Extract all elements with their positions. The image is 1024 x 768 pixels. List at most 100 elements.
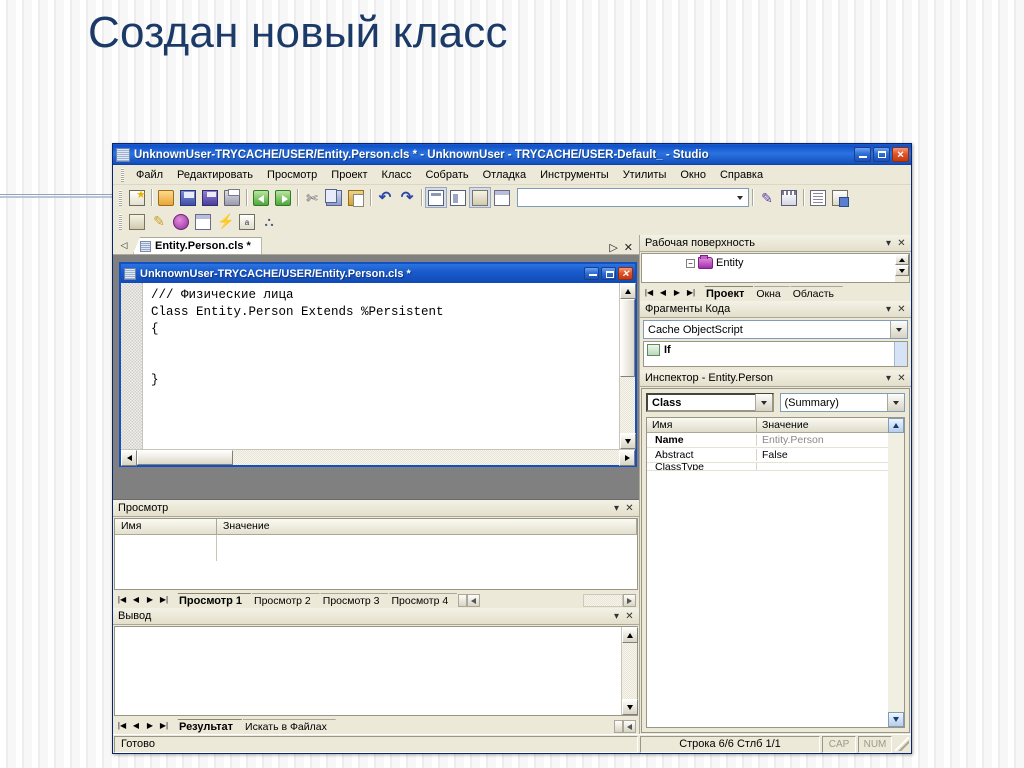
menu-item-window[interactable]: Окно: [673, 167, 713, 183]
inspector-vertical-scrollbar[interactable]: [888, 418, 904, 727]
editor-titlebar[interactable]: UnknownUser-TRYCACHE/USER/Entity.Person.…: [121, 264, 635, 283]
new-window-icon[interactable]: [192, 212, 214, 233]
menu-item-project[interactable]: Проект: [324, 167, 374, 183]
chevron-down-icon[interactable]: [890, 321, 907, 338]
nav-next-icon[interactable]: ▶: [670, 285, 684, 299]
editor-horizontal-scrollbar[interactable]: [121, 449, 635, 466]
vertical-scroll-track[interactable]: [622, 643, 637, 699]
table-row[interactable]: [115, 535, 637, 561]
back-icon[interactable]: [250, 187, 272, 208]
tab-watch-2[interactable]: Просмотр 2: [246, 593, 320, 608]
tab-scroll-right-icon[interactable]: ▷: [609, 241, 617, 254]
open-folder-icon[interactable]: [155, 187, 177, 208]
chevron-down-icon[interactable]: ▾: [882, 372, 895, 385]
scroll-up-icon[interactable]: [895, 254, 909, 265]
scroll-left-icon[interactable]: [121, 450, 137, 466]
tab-watch-3[interactable]: Просмотр 3: [315, 593, 389, 608]
scroll-right-icon[interactable]: [619, 450, 635, 466]
vertical-scroll-track[interactable]: [888, 433, 904, 712]
resize-grip[interactable]: [895, 737, 909, 751]
view-output-icon[interactable]: [491, 187, 513, 208]
chevron-down-icon[interactable]: [754, 394, 772, 411]
chevron-down-icon[interactable]: ▾: [882, 237, 895, 250]
close-icon[interactable]: ✕: [895, 237, 908, 250]
editor-maximize-button[interactable]: [601, 267, 616, 280]
editor-minimize-button[interactable]: [584, 267, 599, 280]
save-all-icon[interactable]: [199, 187, 221, 208]
document-tab-entity-person[interactable]: Entity.Person.cls *: [133, 237, 262, 254]
class-hierarchy-icon[interactable]: ⛬: [258, 212, 280, 233]
toolbar-grip[interactable]: [119, 214, 122, 230]
nav-next-icon[interactable]: ▶: [143, 592, 157, 606]
chevron-down-icon[interactable]: ▾: [882, 303, 895, 316]
debug-icon[interactable]: ✎: [756, 187, 778, 208]
vertical-scroll-thumb[interactable]: [620, 299, 635, 377]
print-icon[interactable]: [221, 187, 243, 208]
menu-grip[interactable]: [121, 167, 124, 182]
horizontal-scroll-track[interactable]: [233, 450, 619, 465]
snippets-list[interactable]: If: [643, 341, 908, 367]
vertical-scroll-track[interactable]: [620, 377, 635, 433]
inspector-column-name[interactable]: Имя: [647, 418, 757, 432]
chevron-down-icon[interactable]: ▾: [610, 502, 623, 515]
new-parameter-icon[interactable]: a: [236, 212, 258, 233]
watch-column-name[interactable]: Имя: [115, 519, 217, 534]
calendar-icon[interactable]: [778, 187, 800, 208]
tab-find-in-files[interactable]: Искать в Файлах: [237, 719, 336, 734]
chevron-down-icon[interactable]: [732, 189, 748, 206]
close-tab-icon[interactable]: ✕: [624, 241, 633, 254]
menu-item-file[interactable]: Файл: [129, 167, 170, 183]
horizontal-scroll-thumb[interactable]: [137, 450, 233, 465]
redo-icon[interactable]: ↷: [396, 187, 418, 208]
watch-tab-scroller[interactable]: [458, 594, 481, 608]
scroll-up-icon[interactable]: [622, 627, 638, 643]
workspace-vertical-scrollbar[interactable]: [895, 254, 909, 282]
close-icon[interactable]: ✕: [895, 372, 908, 385]
new-class-icon[interactable]: [126, 212, 148, 233]
list-icon[interactable]: [807, 187, 829, 208]
close-icon[interactable]: ✕: [623, 502, 636, 515]
menu-item-utilities[interactable]: Утилиты: [616, 167, 674, 183]
scroll-up-icon[interactable]: [620, 283, 636, 299]
menu-item-view[interactable]: Просмотр: [260, 167, 324, 183]
menu-item-debug[interactable]: Отладка: [476, 167, 533, 183]
view-workspace-icon[interactable]: [469, 187, 491, 208]
close-icon[interactable]: ✕: [895, 303, 908, 316]
close-icon[interactable]: ✕: [623, 610, 636, 623]
nav-last-icon[interactable]: ▶|: [157, 592, 171, 606]
new-trigger-icon[interactable]: ⚡: [214, 212, 236, 233]
inspector-summary-combo[interactable]: (Summary): [779, 393, 905, 412]
tab-watch-1[interactable]: Просмотр 1: [171, 593, 251, 608]
menu-item-help[interactable]: Справка: [713, 167, 770, 183]
table-row[interactable]: Name Entity.Person: [647, 433, 888, 448]
inspector-member-combo[interactable]: Class: [646, 393, 774, 412]
tab-scroll-left-icon[interactable]: ◁: [117, 236, 131, 254]
copy-icon[interactable]: [323, 187, 345, 208]
menu-item-build[interactable]: Собрать: [418, 167, 475, 183]
workspace-tree[interactable]: − Entity: [641, 253, 910, 283]
nav-prev-icon[interactable]: ◀: [129, 718, 143, 732]
scroll-up-icon[interactable]: [888, 418, 904, 433]
toolbar-grip[interactable]: [119, 189, 122, 206]
list-item[interactable]: If: [644, 342, 894, 358]
forward-icon[interactable]: [272, 187, 294, 208]
expander-icon[interactable]: −: [686, 258, 695, 268]
new-method-icon[interactable]: [170, 212, 192, 233]
minimize-button[interactable]: [854, 147, 871, 162]
menu-item-edit[interactable]: Редактировать: [170, 167, 260, 183]
snippets-language-combo[interactable]: Cache ObjectScript: [643, 320, 908, 339]
undo-icon[interactable]: ↶: [374, 187, 396, 208]
inspector-column-value[interactable]: Значение: [757, 418, 888, 432]
view-class-icon[interactable]: [425, 187, 447, 208]
output-vertical-scrollbar[interactable]: [621, 627, 638, 715]
table-row[interactable]: ClassType: [647, 463, 888, 471]
tab-windows[interactable]: Окна: [748, 286, 789, 301]
menu-item-tools[interactable]: Инструменты: [533, 167, 616, 183]
window-titlebar[interactable]: UnknownUser-TRYCACHE/USER/Entity.Person.…: [113, 144, 911, 165]
paste-icon[interactable]: [345, 187, 367, 208]
search-combo[interactable]: [517, 188, 749, 207]
view-inspector-icon[interactable]: [447, 187, 469, 208]
editor-close-button[interactable]: ✕: [618, 267, 633, 280]
macro-icon[interactable]: [829, 187, 851, 208]
save-icon[interactable]: [177, 187, 199, 208]
